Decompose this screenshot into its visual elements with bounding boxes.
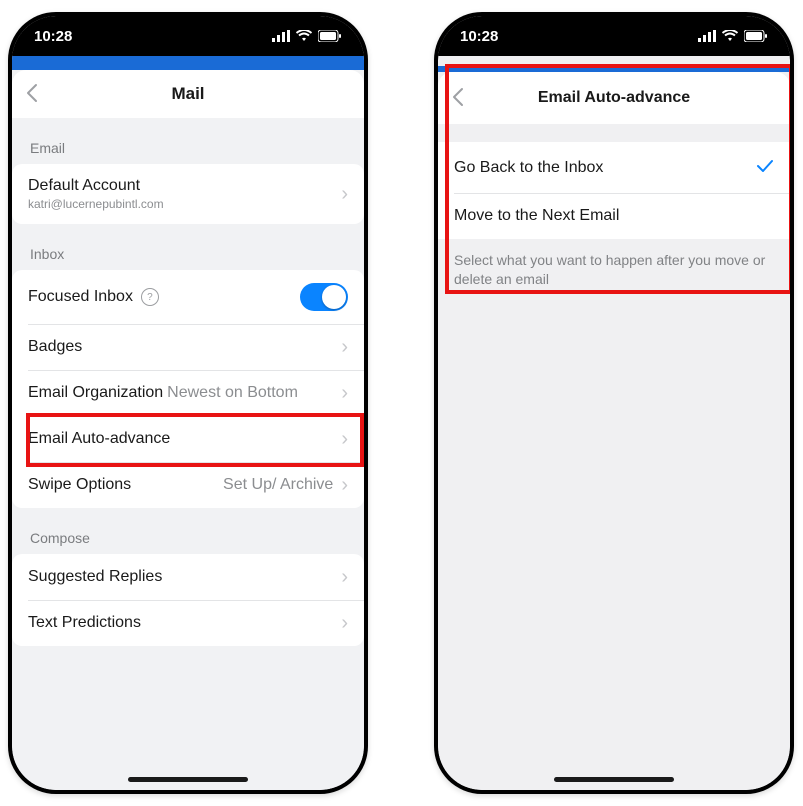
row-label: Default Account: [28, 177, 164, 195]
home-indicator[interactable]: [128, 777, 248, 782]
chevron-right-icon: ›: [341, 475, 348, 495]
row-label: Swipe Options: [28, 476, 131, 494]
row-label: Badges: [28, 338, 82, 356]
status-time: 10:28: [34, 28, 72, 45]
cellular-icon: [272, 30, 290, 42]
section-header-compose: Compose: [12, 508, 364, 554]
footer-description: Select what you want to happen after you…: [438, 239, 790, 301]
row-label: Suggested Replies: [28, 568, 162, 586]
device-notch: [534, 16, 694, 42]
status-time: 10:28: [460, 28, 498, 45]
phone-frame-right: 10:28 Email Auto-advance: [434, 12, 794, 794]
row-swipe-options[interactable]: Swipe Options Set Up/ Archive ›: [12, 462, 364, 508]
row-badges[interactable]: Badges ›: [12, 324, 364, 370]
chevron-right-icon: ›: [341, 337, 348, 357]
row-suggested-replies[interactable]: Suggested Replies ›: [12, 554, 364, 600]
row-default-account[interactable]: Default Account katri@lucernepubintl.com…: [12, 164, 364, 224]
row-text-predictions[interactable]: Text Predictions ›: [12, 600, 364, 646]
device-notch: [108, 16, 268, 42]
help-icon[interactable]: ?: [141, 288, 159, 306]
row-value: Set Up/ Archive: [223, 476, 333, 494]
row-focused-inbox[interactable]: Focused Inbox ?: [12, 270, 364, 324]
phone-frame-left: 10:28 Mail Em: [8, 12, 368, 794]
cellular-icon: [698, 30, 716, 42]
row-subtext: katri@lucernepubintl.com: [28, 197, 164, 211]
chevron-right-icon: ›: [341, 383, 348, 403]
page-title: Mail: [12, 84, 364, 104]
underlying-screen-peek: [12, 56, 364, 70]
status-indicators: [272, 30, 342, 42]
wifi-icon: [722, 30, 738, 42]
wifi-icon: [296, 30, 312, 42]
checkmark-icon: [756, 156, 774, 179]
option-go-back-to-inbox[interactable]: Go Back to the Inbox: [438, 142, 790, 193]
chevron-right-icon: ›: [341, 613, 348, 633]
row-value: Newest on Bottom: [167, 384, 298, 402]
row-email-auto-advance[interactable]: Email Auto-advance ›: [12, 416, 364, 462]
option-move-to-next-email[interactable]: Move to the Next Email: [438, 193, 790, 239]
row-label: Email Organization: [28, 384, 163, 402]
battery-icon: [318, 30, 342, 42]
row-label: Focused Inbox: [28, 288, 133, 306]
nav-bar-auto-advance: Email Auto-advance: [438, 72, 790, 124]
home-indicator[interactable]: [554, 777, 674, 782]
row-email-organization[interactable]: Email Organization Newest on Bottom ›: [12, 370, 364, 416]
section-header-email: Email: [12, 118, 364, 164]
row-label: Text Predictions: [28, 614, 141, 632]
option-label: Go Back to the Inbox: [454, 159, 603, 177]
option-label: Move to the Next Email: [454, 207, 619, 225]
chevron-right-icon: ›: [341, 567, 348, 587]
page-title: Email Auto-advance: [438, 89, 790, 107]
row-label: Email Auto-advance: [28, 430, 170, 448]
battery-icon: [744, 30, 768, 42]
nav-bar-mail: Mail: [12, 70, 364, 118]
focused-inbox-toggle[interactable]: [300, 283, 348, 311]
chevron-right-icon: ›: [341, 429, 348, 449]
section-header-inbox: Inbox: [12, 224, 364, 270]
chevron-right-icon: ›: [341, 184, 348, 204]
status-indicators: [698, 30, 768, 42]
